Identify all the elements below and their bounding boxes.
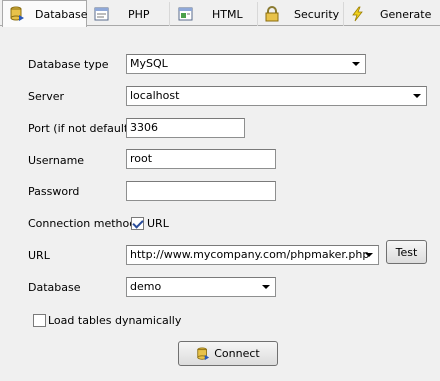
username-input[interactable]: root — [126, 149, 276, 169]
password-input[interactable] — [126, 181, 276, 201]
tab-database[interactable]: Database — [2, 0, 88, 27]
php-icon — [94, 6, 110, 22]
username-label: Username — [28, 154, 85, 167]
database-settings-panel: Database type MySQL Server localhost Por… — [0, 26, 440, 381]
database-value: demo — [130, 280, 162, 293]
html-icon — [178, 6, 194, 22]
port-input[interactable]: 3306 — [126, 118, 245, 138]
load-tables-checkbox[interactable] — [33, 314, 46, 327]
database-type-value: MySQL — [130, 57, 168, 70]
load-tables-label: Load tables dynamically — [48, 314, 182, 327]
tab-php[interactable]: PHP — [90, 2, 170, 26]
password-label: Password — [28, 185, 80, 198]
chevron-down-icon — [258, 279, 274, 295]
database-icon — [9, 6, 25, 22]
username-value: root — [130, 152, 153, 165]
database-type-select[interactable]: MySQL — [126, 54, 366, 74]
server-label: Server — [28, 90, 65, 103]
test-button-label: Test — [395, 245, 418, 259]
lightning-icon — [350, 6, 366, 22]
connect-button[interactable]: Connect — [178, 341, 278, 366]
url-value: http://www.mycompany.com/phpmaker.php — [130, 248, 370, 261]
tab-label: HTML — [212, 7, 243, 21]
server-select[interactable]: localhost — [126, 86, 427, 106]
lock-icon — [264, 6, 280, 22]
database-select[interactable]: demo — [126, 277, 276, 297]
tab-label: PHP — [128, 7, 150, 21]
tab-label: Generate — [380, 7, 432, 21]
tab-html[interactable]: HTML — [174, 2, 258, 26]
database-icon — [196, 346, 210, 361]
test-button[interactable]: Test — [386, 240, 427, 264]
url-checkbox-label: URL — [147, 217, 169, 230]
tab-label: Security — [294, 7, 340, 21]
tab-label: Database — [35, 7, 88, 21]
chevron-down-icon — [348, 56, 364, 72]
chevron-down-icon — [409, 88, 425, 104]
url-checkbox[interactable] — [131, 217, 144, 230]
url-select[interactable]: http://www.mycompany.com/phpmaker.php — [126, 245, 379, 265]
tab-generate[interactable]: Generate — [348, 2, 436, 26]
port-label: Port (if not default) — [28, 122, 133, 135]
database-type-label: Database type — [28, 58, 109, 71]
port-value: 3306 — [130, 121, 158, 134]
tab-security[interactable]: Security — [262, 2, 344, 26]
database-label: Database — [28, 281, 81, 294]
connect-button-label: Connect — [214, 347, 260, 360]
url-label: URL — [28, 249, 50, 262]
chevron-down-icon — [361, 247, 377, 263]
tab-bar: Database PHP HTML Security Generate — [0, 0, 440, 27]
connection-method-label: Connection method — [28, 217, 137, 230]
server-value: localhost — [130, 89, 180, 102]
